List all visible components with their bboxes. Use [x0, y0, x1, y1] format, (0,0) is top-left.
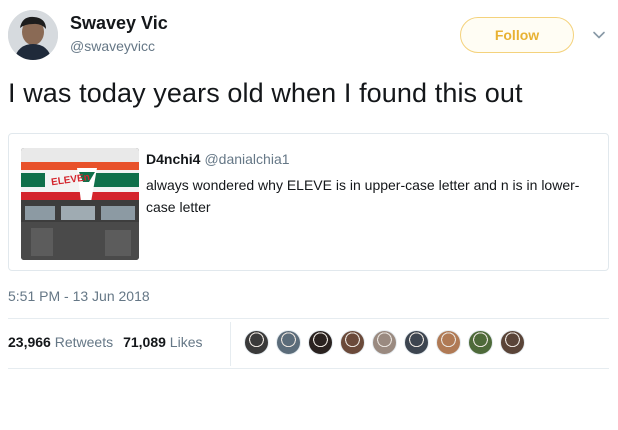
author-avatar[interactable]	[8, 10, 58, 60]
author-name[interactable]: Swavey Vic	[70, 13, 168, 34]
likes-stat[interactable]: 71,089 Likes	[123, 334, 202, 350]
liker-avatars	[244, 330, 532, 355]
quoted-author-name[interactable]: D4nchi4	[146, 151, 200, 167]
quoted-tweet-image[interactable]: ELEVEn	[21, 148, 139, 260]
avatar-icon[interactable]	[276, 330, 301, 355]
retweets-label: Retweets	[54, 334, 114, 350]
tweet-timestamp[interactable]: 5:51 PM - 13 Jun 2018	[8, 288, 150, 304]
avatar-icon	[8, 10, 58, 60]
avatar-icon[interactable]	[468, 330, 493, 355]
avatar-icon[interactable]	[308, 330, 333, 355]
stats-separator	[230, 322, 231, 366]
follow-button[interactable]: Follow	[460, 17, 574, 53]
likes-count: 71,089	[123, 334, 166, 350]
store-sign-image: ELEVEn	[21, 148, 139, 260]
tweet-card: Swavey Vic @swaveyvicc Follow I was toda…	[0, 0, 618, 430]
chevron-down-icon[interactable]	[592, 28, 606, 42]
author-handle[interactable]: @swaveyvicc	[70, 38, 155, 54]
retweets-stat[interactable]: 23,966 Retweets	[8, 334, 113, 350]
quoted-author-handle[interactable]: @danialchia1	[204, 151, 289, 167]
avatar-icon[interactable]	[244, 330, 269, 355]
avatar-icon[interactable]	[404, 330, 429, 355]
avatar-icon[interactable]	[340, 330, 365, 355]
avatar-icon[interactable]	[372, 330, 397, 355]
avatar-icon[interactable]	[436, 330, 461, 355]
divider-bottom	[8, 368, 609, 369]
divider-top	[8, 318, 609, 319]
quoted-tweet-author: D4nchi4 @danialchia1	[146, 151, 290, 167]
tweet-text: I was today years old when I found this …	[8, 78, 523, 108]
likes-label: Likes	[169, 334, 203, 350]
retweets-count: 23,966	[8, 334, 51, 350]
avatar-icon[interactable]	[500, 330, 525, 355]
tweet-stats: 23,966 Retweets 71,089 Likes	[8, 334, 202, 350]
quoted-tweet-text: always wondered why ELEVE is in upper-ca…	[146, 177, 580, 215]
quoted-tweet[interactable]: ELEVEn D4nchi4 @danialchia1 always wonder…	[8, 133, 609, 271]
